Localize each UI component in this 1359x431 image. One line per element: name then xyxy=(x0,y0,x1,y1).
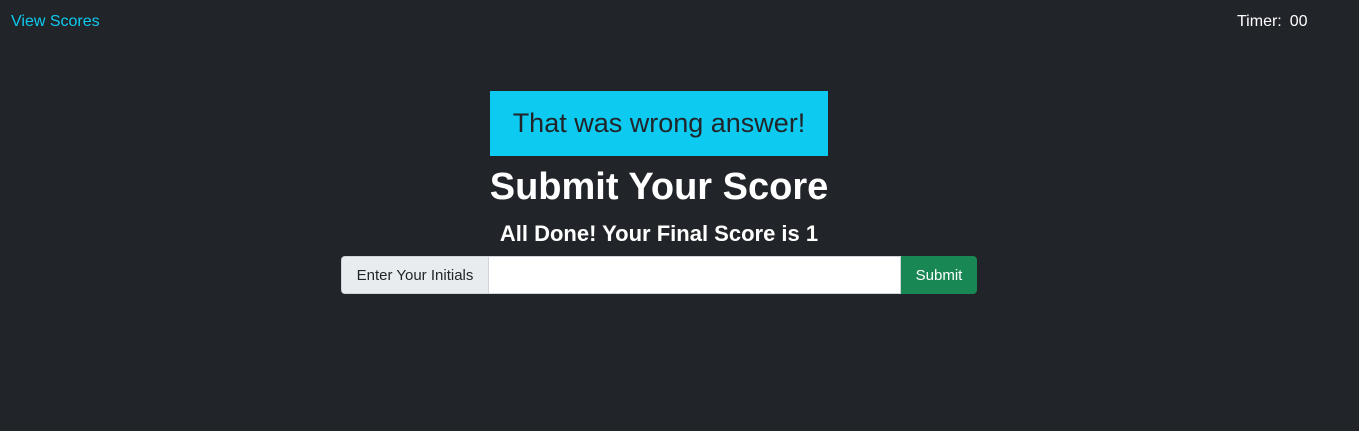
timer-value: 00 xyxy=(1289,13,1308,30)
timer: Timer: 00 xyxy=(1237,13,1308,31)
feedback-message: That was wrong answer! xyxy=(512,108,806,138)
initials-addon-label: Enter Your Initials xyxy=(341,256,488,294)
initials-form: Enter Your Initials Submit xyxy=(341,256,977,294)
final-score-text: All Done! Your Final Score is 1 xyxy=(499,221,819,246)
submit-button[interactable]: Submit xyxy=(901,256,977,294)
top-bar: View Scores Timer: 00 xyxy=(0,0,1359,44)
timer-label: Timer: xyxy=(1237,13,1282,30)
feedback-alert: That was wrong answer! xyxy=(490,91,828,156)
view-scores-link[interactable]: View Scores xyxy=(11,13,100,31)
initials-input[interactable] xyxy=(488,256,901,294)
page-title: Submit Your Score xyxy=(489,166,829,208)
